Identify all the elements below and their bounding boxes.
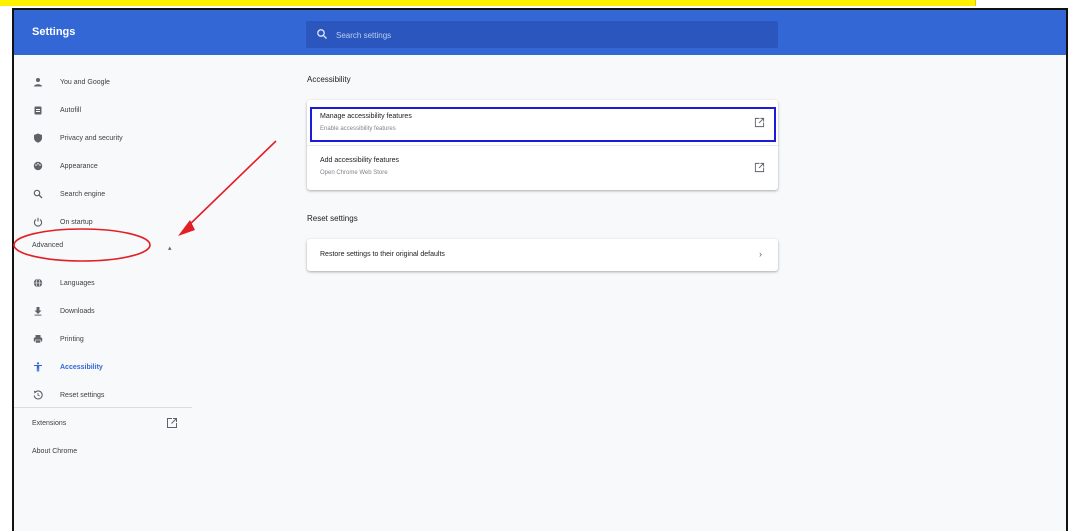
sidebar-item-downloads[interactable]: Downloads <box>32 303 95 319</box>
sidebar-item-label: Autofill <box>60 106 82 114</box>
sidebar-item-you-and-google[interactable]: You and Google <box>32 74 110 90</box>
chevron-right-icon: › <box>759 249 762 259</box>
globe-icon <box>32 277 44 289</box>
section-title-accessibility: Accessibility <box>307 75 351 84</box>
settings-header: Settings <box>14 10 1066 55</box>
sidebar-item-label: Printing <box>60 335 84 343</box>
highlight-box <box>310 107 776 142</box>
section-title-reset: Reset settings <box>307 214 358 223</box>
restore-defaults-row[interactable]: Restore settings to their original defau… <box>307 239 778 271</box>
download-icon <box>32 305 44 317</box>
sidebar-item-appearance[interactable]: Appearance <box>32 158 98 174</box>
page-title: Settings <box>32 26 76 38</box>
sidebar-item-reset-settings[interactable]: Reset settings <box>32 387 104 403</box>
sidebar-item-label: Reset settings <box>60 391 105 399</box>
advanced-toggle[interactable]: Advanced <box>32 242 63 249</box>
row-subtitle: Open Chrome Web Store <box>320 170 388 176</box>
search-bar[interactable] <box>306 21 778 50</box>
reset-card: Restore settings to their original defau… <box>307 239 778 271</box>
clipboard-icon <box>32 104 44 116</box>
reset-icon <box>32 389 44 401</box>
search-icon <box>32 188 44 200</box>
sidebar-item-label: Languages <box>60 279 95 287</box>
sidebar-item-privacy[interactable]: Privacy and security <box>32 130 123 146</box>
sidebar-item-label: On startup <box>60 218 93 226</box>
row-title: Restore settings to their original defau… <box>320 251 445 258</box>
sidebar-item-autofill[interactable]: Autofill <box>32 102 81 118</box>
row-title: Add accessibility features <box>320 157 399 164</box>
top-highlight-strip <box>0 0 976 6</box>
accessibility-icon <box>32 361 44 373</box>
sidebar-item-label: Downloads <box>60 307 95 315</box>
sidebar-divider <box>14 407 192 408</box>
accessibility-card: Manage accessibility features Enable acc… <box>307 100 778 190</box>
sidebar: You and Google Autofill Privacy and secu… <box>14 55 194 531</box>
sidebar-item-label: Appearance <box>60 162 98 170</box>
sidebar-item-accessibility[interactable]: Accessibility <box>32 359 103 375</box>
sidebar-item-extensions[interactable]: Extensions <box>32 420 66 427</box>
sidebar-item-label: Search engine <box>60 190 106 198</box>
person-icon <box>32 76 44 88</box>
settings-window: Settings You and Google Autofill <box>12 8 1068 531</box>
chevron-up-icon[interactable]: ▴ <box>168 244 172 252</box>
search-input[interactable] <box>334 21 758 50</box>
sidebar-item-label: Accessibility <box>60 363 103 371</box>
search-icon <box>317 29 327 39</box>
external-link-icon[interactable] <box>166 417 178 429</box>
external-link-icon[interactable] <box>754 162 765 173</box>
sidebar-item-label: You and Google <box>60 78 110 86</box>
printer-icon <box>32 333 44 345</box>
shield-icon <box>32 132 44 144</box>
palette-icon <box>32 160 44 172</box>
sidebar-item-search-engine[interactable]: Search engine <box>32 186 105 202</box>
add-accessibility-row[interactable]: Add accessibility features Open Chrome W… <box>307 145 778 190</box>
sidebar-item-printing[interactable]: Printing <box>32 331 84 347</box>
sidebar-item-about-chrome[interactable]: About Chrome <box>32 448 77 455</box>
power-icon <box>32 216 44 228</box>
sidebar-item-label: Privacy and security <box>60 134 123 142</box>
sidebar-item-on-startup[interactable]: On startup <box>32 214 93 230</box>
sidebar-item-languages[interactable]: Languages <box>32 275 95 291</box>
